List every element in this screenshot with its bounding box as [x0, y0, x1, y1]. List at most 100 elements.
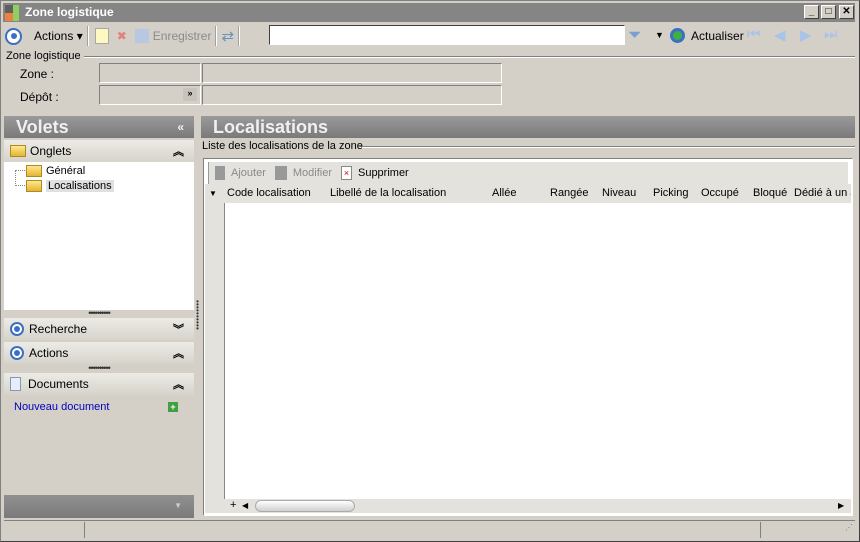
- tree-item-general[interactable]: Général: [26, 165, 85, 177]
- search-circle-icon: [10, 322, 24, 336]
- app-logo-icon: [5, 5, 21, 21]
- status-divider: [760, 522, 761, 538]
- grid-container: Ajouter Modifier × Supprimer ▼ Code local…: [203, 158, 853, 516]
- panel-title: Volets: [16, 117, 69, 137]
- column-header[interactable]: Picking: [653, 187, 688, 199]
- save-icon: [134, 29, 149, 43]
- section-actions[interactable]: Actions ︽: [4, 342, 194, 364]
- actions-circle-icon: [5, 27, 22, 45]
- column-chooser-icon[interactable]: ▼: [209, 189, 217, 198]
- form-group-label: Zone logistique: [6, 50, 84, 62]
- depot-dropdown-icon[interactable]: »: [183, 88, 197, 101]
- add-button[interactable]: Ajouter: [231, 167, 266, 179]
- document-icon: [10, 377, 21, 391]
- actions-menu[interactable]: Actions ▾: [34, 29, 83, 43]
- depot-name-field[interactable]: [202, 85, 502, 105]
- add-document-icon[interactable]: +: [168, 402, 178, 412]
- search-input[interactable]: [269, 25, 625, 45]
- expand-icon[interactable]: +: [230, 499, 236, 512]
- collapse-panel-icon[interactable]: «: [177, 116, 184, 138]
- vertical-splitter[interactable]: • • • • • • • • • •: [195, 298, 199, 333]
- section-tabs[interactable]: Onglets ︽: [4, 140, 194, 162]
- chevron-down-icon[interactable]: ︾: [173, 321, 184, 337]
- sync-icon[interactable]: ⇄: [221, 27, 234, 45]
- splitter-handle[interactable]: ••••••••••: [4, 364, 194, 373]
- tree-item-localisations[interactable]: Localisations: [26, 180, 114, 192]
- chevron-up-icon[interactable]: ︽: [173, 143, 184, 159]
- zone-label: Zone :: [20, 67, 55, 81]
- new-icon[interactable]: [94, 28, 109, 44]
- chevron-up-icon[interactable]: ︽: [173, 345, 184, 361]
- column-header[interactable]: Libellé de la localisation: [330, 187, 446, 199]
- next-record-icon[interactable]: ▶: [800, 26, 812, 44]
- refresh-button[interactable]: Actualiser: [691, 29, 744, 43]
- column-header[interactable]: Dédié à un a: [794, 187, 851, 199]
- dropdown-icon[interactable]: ▼: [174, 501, 182, 510]
- column-header[interactable]: Niveau: [602, 187, 636, 199]
- status-bar: ⋰: [4, 520, 855, 538]
- actions-circle-icon: [10, 346, 24, 360]
- column-header[interactable]: Occupé: [701, 187, 739, 199]
- previous-record-icon[interactable]: ◀: [774, 26, 786, 44]
- group-line: [360, 146, 855, 148]
- column-header[interactable]: Code localisation: [227, 187, 311, 199]
- actions-label: Actions: [34, 29, 74, 43]
- section-label: Recherche: [29, 322, 88, 336]
- grid-group-label: Liste des localisations de la zone: [202, 140, 363, 152]
- grid-toolbar: Ajouter Modifier × Supprimer: [208, 162, 848, 184]
- resize-grip-icon[interactable]: ⋰: [845, 523, 853, 532]
- delete-icon[interactable]: ✖: [117, 29, 127, 43]
- section-label: Documents: [28, 377, 89, 391]
- edit-icon: [274, 166, 287, 180]
- window-title: Zone logistique: [25, 5, 114, 19]
- row-indicator-column: [205, 203, 225, 500]
- refresh-icon: [670, 28, 685, 43]
- column-header[interactable]: Bloqué: [753, 187, 787, 199]
- tree-item-label: Général: [46, 165, 86, 177]
- delete-row-icon: ×: [340, 166, 352, 180]
- section-search[interactable]: Recherche ︾: [4, 318, 194, 340]
- filter-icon[interactable]: ⏷: [628, 25, 642, 45]
- zone-name-field[interactable]: [202, 63, 502, 83]
- edit-button[interactable]: Modifier: [293, 167, 332, 179]
- folder-icon: [10, 145, 26, 157]
- depot-label: Dépôt :: [20, 90, 59, 104]
- section-documents[interactable]: Documents ︽: [4, 373, 194, 395]
- horizontal-scrollbar[interactable]: + ◀ ▶: [205, 499, 851, 513]
- section-label: Actions: [29, 346, 69, 360]
- main-header: Localisations: [201, 116, 855, 138]
- main-title: Localisations: [213, 117, 329, 137]
- scroll-left-icon[interactable]: ◀: [242, 499, 248, 513]
- panel-header: Volets «: [4, 116, 194, 138]
- separator: [86, 26, 89, 46]
- new-document-link[interactable]: Nouveau document: [14, 401, 109, 413]
- group-line: [83, 56, 855, 58]
- open-folder-icon: [26, 180, 42, 192]
- tree-item-label: Localisations: [46, 180, 114, 192]
- toolbar: Actions ▾ ✖ Enregistrer ⇄: [5, 24, 244, 48]
- splitter-handle[interactable]: ••••••••••: [4, 309, 194, 318]
- scroll-right-icon[interactable]: ▶: [838, 499, 844, 513]
- separator: [238, 26, 241, 46]
- tabs-tree: Général Localisations: [4, 162, 194, 310]
- column-header[interactable]: Allée: [492, 187, 516, 199]
- title-bar: Zone logistique _ □ ✕: [3, 3, 855, 22]
- delete-button[interactable]: Supprimer: [358, 167, 409, 179]
- grid-header-row: ▼ Code localisation Libellé de la locali…: [205, 184, 851, 203]
- last-record-icon[interactable]: ⏭: [824, 26, 838, 43]
- filter-dropdown-icon[interactable]: ▼: [655, 30, 664, 40]
- panel-footer: ▼: [4, 495, 194, 518]
- zone-code-field[interactable]: [99, 63, 201, 83]
- scroll-thumb[interactable]: [255, 500, 355, 512]
- section-label: Onglets: [30, 144, 72, 158]
- save-button[interactable]: Enregistrer: [153, 29, 212, 43]
- close-button[interactable]: ✕: [839, 5, 854, 19]
- add-icon: [215, 166, 225, 180]
- column-header[interactable]: Rangée: [550, 187, 589, 199]
- status-divider: [84, 522, 85, 538]
- first-record-icon[interactable]: ⏮: [747, 26, 761, 43]
- separator: [215, 26, 218, 46]
- chevron-up-icon[interactable]: ︽: [173, 376, 184, 392]
- minimize-button[interactable]: _: [804, 5, 819, 19]
- maximize-button[interactable]: □: [821, 5, 836, 19]
